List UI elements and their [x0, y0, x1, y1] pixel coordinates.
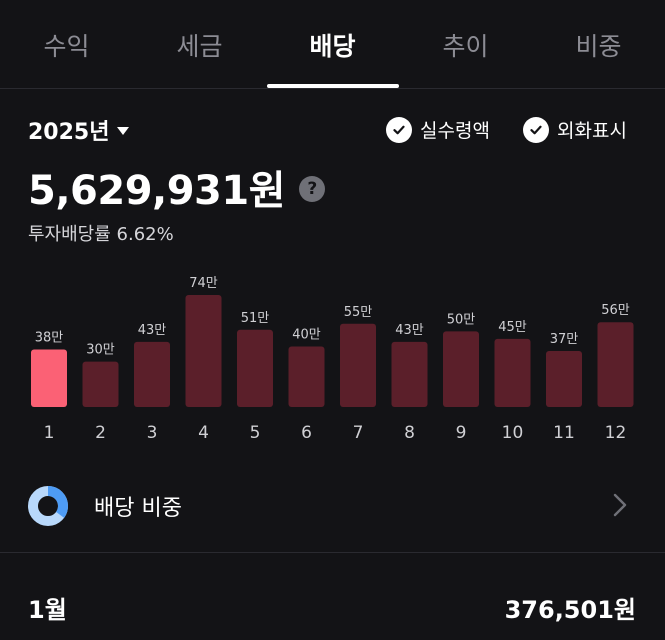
month-tick-label: 9 — [456, 423, 467, 443]
month-tick-label: 6 — [301, 423, 312, 443]
bar-value-label: 51만 — [241, 311, 270, 326]
chart-bar[interactable] — [546, 351, 582, 407]
help-icon[interactable]: ? — [299, 176, 326, 202]
net-amount-toggle[interactable]: 실수령액 — [386, 116, 490, 143]
month-tick-label: 1 — [44, 423, 55, 443]
caret-down-icon — [117, 127, 130, 135]
total-amount: 5,629,931원 — [28, 168, 286, 214]
month-tick-label: 2 — [95, 423, 106, 443]
bar-value-label: 43만 — [138, 323, 167, 338]
dividend-ratio-row[interactable]: 배당 비중 — [0, 470, 665, 542]
chart-bar[interactable] — [134, 341, 170, 407]
month-label: 1월 — [28, 596, 67, 624]
month-summary-row[interactable]: 1월 376,501원 — [28, 590, 636, 625]
chart-bar[interactable] — [494, 338, 531, 407]
chart-bar[interactable] — [237, 329, 273, 407]
bar-value-label: 30만 — [86, 343, 115, 358]
bar-value-label: 43만 — [395, 323, 424, 338]
month-tick-label: 10 — [502, 423, 524, 443]
bar-value-label: 74만 — [189, 276, 218, 291]
bar-value-label: 45만 — [498, 320, 527, 335]
year-label: 2025년 — [28, 120, 110, 145]
tab-ratio[interactable]: 비중 — [532, 28, 665, 66]
month-tick-label: 7 — [353, 423, 364, 443]
bar-value-label: 38만 — [35, 330, 64, 345]
bar-value-label: 40만 — [292, 327, 321, 342]
net-amount-label: 실수령액 — [420, 120, 490, 142]
bar-value-label: 56만 — [601, 303, 630, 318]
chart-bar[interactable] — [31, 349, 67, 407]
chevron-right-icon — [613, 493, 627, 517]
tab-tax[interactable]: 세금 — [133, 28, 266, 66]
tab-income[interactable]: 수익 — [0, 28, 133, 66]
chart-bar[interactable] — [391, 341, 428, 407]
chart-bar[interactable] — [597, 322, 634, 407]
tab-trend[interactable]: 추이 — [399, 28, 532, 66]
bar-value-label: 55만 — [344, 305, 373, 320]
bar-value-label: 50만 — [447, 312, 476, 327]
check-circle-icon — [523, 116, 549, 143]
chart-bar[interactable] — [185, 295, 222, 407]
month-tick-label: 5 — [250, 423, 261, 443]
chart-bar[interactable] — [288, 346, 325, 407]
chart-bar[interactable] — [443, 331, 479, 407]
dividend-rate: 투자배당률 6.62% — [28, 224, 174, 245]
month-tick-label: 8 — [404, 423, 415, 443]
check-circle-icon — [386, 116, 412, 143]
month-tick-label: 11 — [553, 423, 575, 443]
foreign-currency-toggle[interactable]: 외화표시 — [523, 116, 627, 143]
tabs-divider — [0, 88, 665, 89]
total-dividend: 5,629,931원 ? — [28, 158, 326, 216]
monthly-dividend-chart: 38만 1 30만 2 43만 3 74만 4 51만 5 40만 6 55만 7 43만 8 50만 9 45만 1… — [31, 276, 634, 443]
section-divider — [0, 552, 665, 553]
dividend-ratio-label: 배당 비중 — [94, 496, 182, 521]
tab-bar: 수익 세금 배당 추이 비중 — [0, 0, 665, 88]
month-tick-label: 4 — [198, 423, 209, 443]
month-amount: 376,501원 — [504, 596, 636, 624]
chart-bar[interactable] — [340, 323, 376, 407]
foreign-currency-label: 외화표시 — [557, 120, 627, 142]
tab-dividend[interactable]: 배당 — [266, 28, 399, 66]
donut-chart-icon — [28, 486, 68, 526]
year-selector[interactable]: 2025년 — [28, 114, 130, 146]
bar-value-label: 37만 — [550, 332, 579, 347]
month-tick-label: 3 — [147, 423, 158, 443]
month-tick-label: 12 — [605, 423, 627, 443]
chart-bar[interactable] — [82, 361, 119, 407]
